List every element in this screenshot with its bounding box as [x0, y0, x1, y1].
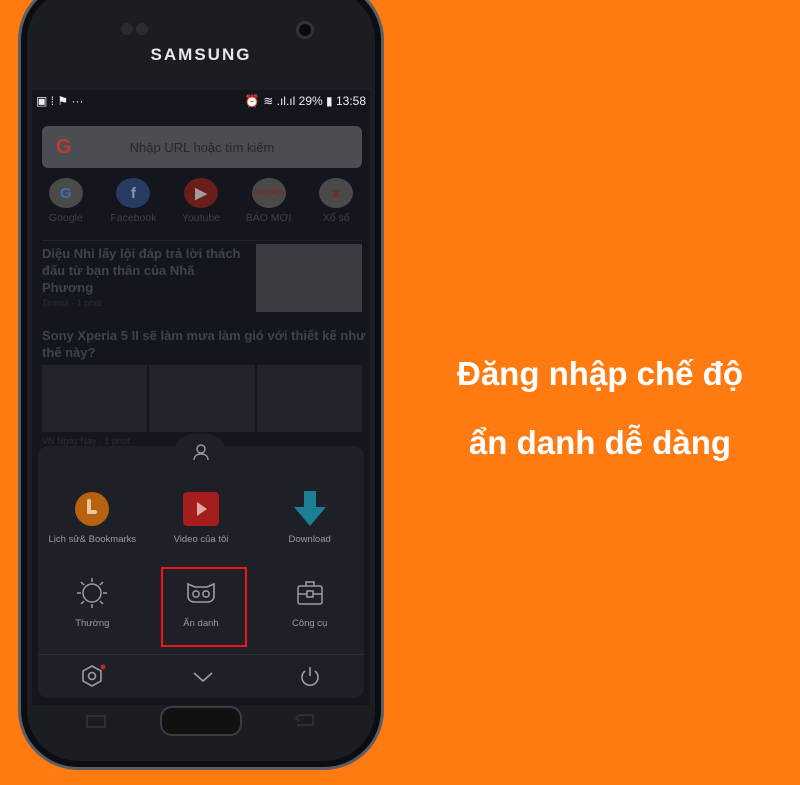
- quick-link-label: Youtube: [181, 212, 221, 224]
- quick-link-google[interactable]: G Google: [33, 178, 99, 224]
- divider: [38, 654, 364, 655]
- news-time: 1 phút: [76, 298, 102, 308]
- menu-item-normal-mode[interactable]: Thường: [38, 574, 147, 648]
- quick-link-label: Google: [48, 212, 83, 224]
- sun-icon: [73, 574, 111, 612]
- power-icon[interactable]: [299, 666, 321, 688]
- site-icon: f: [116, 178, 151, 208]
- alarm-icon: ⏰: [244, 94, 260, 108]
- google-icon: G: [56, 135, 72, 158]
- screen: ▣ ⁞ ⚑ ··· ⏰ ≋ .ıl.ıl 29% ▮ 13:58 G Nhập …: [32, 90, 370, 705]
- divider: [42, 240, 362, 241]
- notification-icons: ▣ ⁞ ⚑ ···: [36, 94, 83, 108]
- menu-item-download[interactable]: Download: [255, 490, 364, 564]
- menu-item-label: Công cụ: [291, 618, 328, 629]
- quick-links: G Google f Facebook ▶ Youtube BÁO MỚI BÁO MỚI x X…: [32, 178, 370, 224]
- quick-link-xổ-số[interactable]: x Xổ số: [303, 178, 369, 224]
- menu-item-label: Download: [288, 534, 331, 545]
- menu-bottom-bar: [38, 660, 364, 694]
- quick-link-label: Xổ số: [322, 212, 350, 224]
- news-source: Tinmoi: [42, 298, 69, 308]
- menu-item-tools[interactable]: Công cụ: [255, 574, 364, 648]
- quick-link-facebook[interactable]: f Facebook: [100, 178, 166, 224]
- menu-item-history-bookmarks[interactable]: Lịch sử& Bookmarks: [38, 490, 147, 564]
- sensor: [136, 23, 148, 35]
- battery-percent: 29%: [298, 94, 323, 108]
- sensor: [121, 23, 133, 35]
- system-icons: ⏰ ≋ .ıl.ıl 29% ▮ 13:58: [245, 94, 366, 108]
- news-thumbnail[interactable]: [256, 244, 362, 312]
- news-title[interactable]: Sony Xperia 5 II sẽ làm mưa làm gió với …: [42, 327, 367, 361]
- recent-apps-button[interactable]: [85, 712, 107, 728]
- brand-logo: SAMSUNG: [150, 45, 252, 64]
- chevron-down-icon[interactable]: [192, 671, 214, 683]
- menu-item-my-videos[interactable]: Video của tôi: [147, 490, 256, 564]
- more-notifications: ···: [71, 94, 84, 108]
- download-icon: [291, 490, 329, 528]
- news-meta: Tinmoi · 1 phút: [42, 298, 102, 308]
- battery-icon: ▮: [326, 94, 333, 108]
- search-placeholder: Nhập URL hoặc tìm kiếm: [129, 139, 275, 155]
- video-icon: [182, 490, 220, 528]
- user-icon[interactable]: [193, 444, 209, 460]
- caption-line-2: ẩn danh dễ dàng: [468, 424, 732, 461]
- site-icon: BÁO MỚI: [251, 178, 286, 208]
- url-search-bar[interactable]: G Nhập URL hoặc tìm kiếm: [42, 126, 362, 168]
- news-title[interactable]: Diệu Nhi lấy lội đáp trả lời thách đấu t…: [42, 245, 247, 296]
- site-icon: G: [48, 178, 83, 208]
- news-images[interactable]: [42, 365, 362, 432]
- toolbox-icon: [291, 574, 329, 612]
- menu-item-label: Video của tôi: [173, 534, 229, 545]
- menu-item-label: Lịch sử& Bookmarks: [48, 534, 137, 545]
- footprint-icon: ⁞: [50, 94, 55, 108]
- quick-link-youtube[interactable]: ▶ Youtube: [168, 178, 234, 224]
- flag-icon: ⚑: [57, 94, 69, 108]
- wifi-icon: ≋: [263, 94, 274, 108]
- settings-icon[interactable]: [81, 664, 107, 690]
- home-button[interactable]: [160, 706, 242, 736]
- news-source: VN Ngày Nay: [42, 436, 97, 446]
- news-meta: VN Ngày Nay · 1 phút: [42, 436, 130, 446]
- quick-link-báo-mới[interactable]: BÁO MỚI BÁO MỚI: [236, 178, 302, 224]
- highlight-box: [161, 567, 247, 647]
- clock: 13:58: [335, 94, 366, 108]
- quick-link-label: BÁO MỚI: [245, 212, 292, 224]
- image-icon: ▣: [36, 94, 48, 108]
- back-button[interactable]: [293, 712, 317, 728]
- caption-line-1: Đăng nhập chế độ: [456, 355, 743, 392]
- quick-link-label: Facebook: [110, 212, 157, 224]
- clock-icon: [73, 490, 111, 528]
- signal-icon: .ıl.ıl: [276, 94, 296, 108]
- site-icon: ▶: [183, 178, 218, 208]
- front-camera: [296, 21, 314, 39]
- menu-item-label: Thường: [75, 618, 110, 629]
- status-bar: ▣ ⁞ ⚑ ··· ⏰ ≋ .ıl.ıl 29% ▮ 13:58: [32, 90, 370, 112]
- site-icon: x: [319, 178, 354, 208]
- news-time: 1 phút: [104, 436, 130, 446]
